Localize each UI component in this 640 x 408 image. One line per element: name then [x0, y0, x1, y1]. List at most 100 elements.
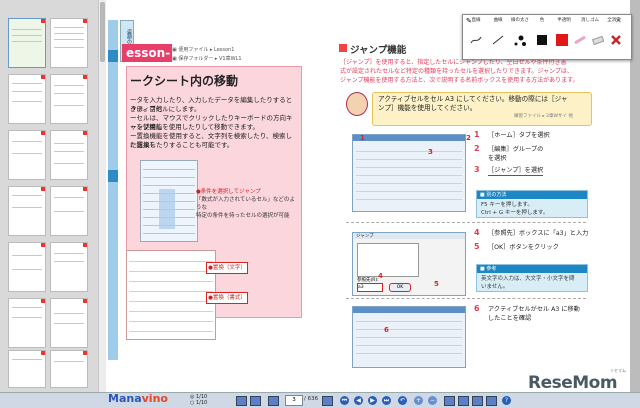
excel-screenshot [352, 306, 466, 368]
straight-line-icon[interactable] [491, 33, 505, 47]
eraser-icon[interactable] [591, 33, 605, 47]
lesson-label: esson-1 [122, 44, 172, 78]
chapter-index-strip[interactable] [108, 20, 118, 360]
reference-input[interactable]: a3 [357, 283, 383, 292]
annotation-note: ●条件を選択してジャンプ 「数式が入力されているセル」などのような 特定の条件を… [196, 188, 296, 219]
last-page-icon[interactable]: ⏭ [382, 396, 391, 405]
view-mode-radios[interactable]: ◎ 1/10 ○ 1/10 [190, 394, 207, 406]
red-color-swatch[interactable] [555, 33, 569, 47]
step-number: 3 [474, 165, 480, 174]
panel-heading: ■ 参考 [477, 265, 587, 273]
radio-option[interactable]: ○ 1/10 [190, 400, 207, 406]
zoom-in-icon[interactable]: + [414, 396, 423, 405]
exercise-line: ンプ］機能を使用してください。 [378, 104, 477, 112]
intro-text: ジャンプ機能を使用する方法と、次で説明する名前ボックスを使用する方法があります。 [340, 77, 579, 84]
clear-all-icon[interactable] [609, 33, 623, 47]
black-color-swatch[interactable] [535, 33, 549, 47]
spreadsheet-illustration [140, 160, 198, 242]
alternate-method-panel: ■ 別の方法 F5 キーを押します。 Ctrl + G キーを押します。 [476, 190, 588, 218]
tool-label: 消しゴム [581, 18, 599, 23]
breadcrumb: ▣ 便用ファイル ▸ Lesson1 [172, 47, 235, 53]
logo-part: vino [141, 392, 168, 405]
page-thumbnail[interactable] [8, 74, 46, 124]
step-text: ［ジャンプ］を選択 [488, 167, 544, 176]
go-to-page-icon[interactable] [268, 396, 279, 406]
bottom-toolbar [0, 392, 640, 408]
body-text: に置換したりすることも可能です。 [130, 141, 234, 149]
page-thumbnail[interactable] [50, 130, 88, 180]
line-width-icon[interactable] [513, 33, 527, 47]
step-number: 6 [474, 304, 480, 313]
section-title: ジャンプ機能 [350, 45, 407, 56]
tool-label: 半透明 [557, 18, 571, 23]
resemom-watermark: ReseMom [528, 373, 618, 393]
callout-number-1: 1 [360, 134, 365, 142]
resemom-watermark-sub: リセマム [610, 368, 626, 373]
page-thumbnail[interactable] [8, 186, 46, 236]
step-text: ［参照先］ボックスに「a3」と入力 [488, 230, 589, 237]
jump-dialog-screenshot: ジャンプ 参照先(R): a3 OK [352, 232, 466, 296]
callout-number-6: 6 [384, 326, 389, 334]
page-thumbnail[interactable] [50, 74, 88, 124]
print-icon[interactable] [322, 396, 333, 406]
page-thumbnail[interactable] [8, 18, 46, 68]
panel-line: F5 キーを押します。 [481, 202, 533, 208]
callout-number-2: 2 [466, 134, 471, 142]
pen-icon[interactable]: ✎ [466, 17, 472, 25]
marker-icon[interactable] [472, 396, 483, 406]
page-thumbnail[interactable] [50, 350, 88, 388]
page-thumbnail[interactable] [50, 298, 88, 348]
dialog-title: ジャンプ [356, 234, 374, 239]
page-thumbnail[interactable] [8, 350, 46, 388]
ok-button[interactable]: OK [389, 283, 411, 292]
page-thumbnail[interactable] [8, 130, 46, 180]
section-bullet-icon [339, 44, 347, 52]
tool-label: 線の太さ [511, 18, 529, 23]
intro-text: 式が設定されたセルなど特定の種類を持ったセルを選択したりできます。ジャンプは、 [340, 68, 573, 75]
exercise-file-label: 練習ファイル ▸ 2章Wサイ 他 [514, 114, 573, 119]
page-thumbnail[interactable] [8, 242, 46, 292]
note-body: 特定の条件を持ったセルの選択が可能 [196, 213, 290, 219]
previous-page-icon[interactable]: ◀ [354, 396, 363, 405]
step-text: ［ホーム］タブを選択 [488, 132, 550, 139]
step-text: ［編集］グループの [488, 146, 544, 153]
zoom-out-icon[interactable]: − [428, 396, 437, 405]
step-text: アクティブセルがセル A3 に移動 [488, 306, 580, 313]
note-icon[interactable] [486, 396, 497, 406]
bookmark-icon[interactable] [444, 396, 455, 406]
spreadsheet-illustration [126, 250, 216, 340]
pen-tool-icon[interactable] [458, 396, 469, 406]
excel-screenshot [352, 134, 466, 212]
page-thumbnail[interactable] [8, 298, 46, 348]
panel-heading: ■ 別の方法 [477, 191, 587, 199]
next-page-icon[interactable]: ▶ [368, 396, 377, 405]
step-number: 4 [474, 228, 480, 237]
exercise-line: アクティブセルをセル A3 にしてください。移動の際には［ジャ [378, 95, 568, 103]
replace-text-badge: ●置換（文字） [206, 262, 248, 274]
tool-label: 色 [539, 18, 545, 23]
body-text: クティブセルにします。 [130, 105, 201, 113]
callout-number-5: 5 [434, 280, 439, 288]
page-thumbnail[interactable] [50, 18, 88, 68]
spread-view-icon[interactable] [250, 396, 261, 406]
single-page-icon[interactable] [236, 396, 247, 406]
body-text: ャンプ機能を使用したりして移動できます。 [130, 123, 259, 131]
replace-format-badge: ●置換（書式） [206, 292, 248, 304]
freehand-line-icon[interactable] [469, 33, 483, 47]
logo-part: Mana [108, 392, 142, 405]
back-icon[interactable]: ↶ [398, 396, 407, 405]
callout-number-3: 3 [428, 148, 433, 156]
close-icon[interactable]: ✕ [615, 16, 622, 25]
help-icon[interactable]: ? [502, 396, 511, 405]
drawing-toolbar: 直線 曲線 線の太さ 色 半透明 消しゴム 全消去 [462, 14, 632, 60]
panel-line: 英文字の入力は、大文字・小文字を問 [481, 276, 575, 282]
highlighter-icon[interactable] [573, 33, 587, 47]
step-text: を選択 [488, 155, 507, 162]
callout-number-4: 4 [378, 272, 383, 280]
first-page-icon[interactable]: ⏮ [340, 396, 349, 405]
page-thumbnail[interactable] [50, 242, 88, 292]
page-thumbnail[interactable] [50, 186, 88, 236]
page-number-input[interactable]: 3 [285, 395, 303, 406]
exercise-text: アクティブセルをセル A3 にしてください。移動の際には［ジャ ンプ］機能を使用… [378, 95, 584, 113]
manavino-logo: Manavino [108, 392, 168, 405]
